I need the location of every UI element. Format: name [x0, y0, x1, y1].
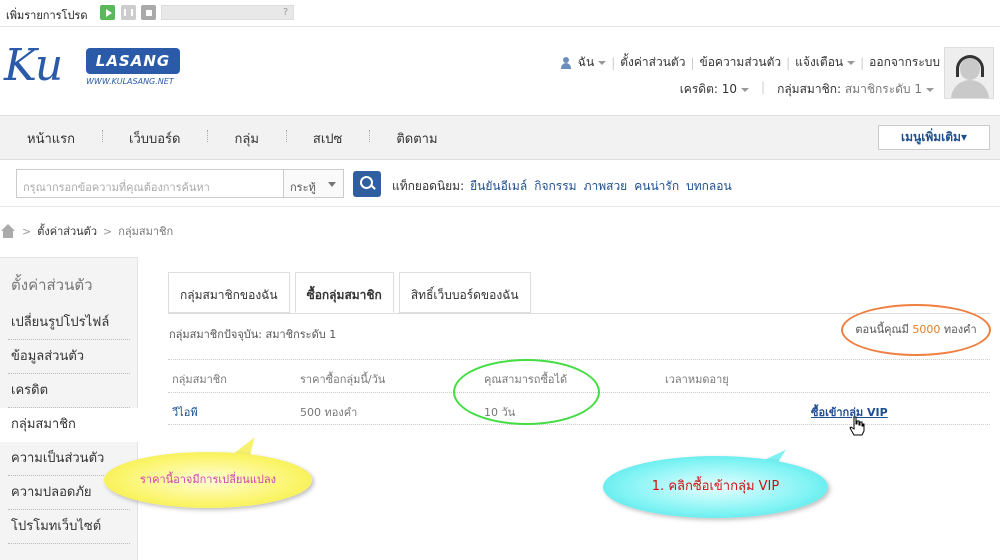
- logo-url: WWW.KULASANG.NET: [86, 77, 174, 86]
- sidebar-item-profile[interactable]: ข้อมูลส่วนตัว: [0, 340, 138, 374]
- search-icon[interactable]: [353, 171, 381, 197]
- nav-home[interactable]: หน้าแรก: [0, 128, 102, 149]
- sidebar-item-change-avatar[interactable]: เปลี่ยนรูปโปรไฟล์: [0, 306, 138, 340]
- divider: |: [611, 55, 616, 70]
- header-price: ราคาซื้อกลุ่มนี้/วัน: [300, 373, 386, 386]
- chevron-down-icon: [328, 182, 336, 187]
- nav-personal-settings[interactable]: ตั้งค่าส่วนตัว: [620, 53, 685, 72]
- sidebar-item-promote[interactable]: โปรโมทเว็บไซต์: [0, 510, 138, 544]
- favorites-bar: เพิ่มรายการโปรด ?: [0, 0, 1000, 27]
- current-group-text: กลุ่มสมาชิกปัจจุบัน: สมาชิกระดับ 1: [169, 328, 337, 341]
- play-icon[interactable]: [100, 5, 115, 20]
- price-note-callout: ราคานี้อาจมีการเปลี่ยนแปลง: [104, 452, 312, 508]
- nav-follow[interactable]: ติดตาม: [369, 128, 464, 149]
- headset-icon: [956, 55, 984, 77]
- settings-sidebar: ตั้งค่าส่วนตัว เปลี่ยนรูปโปรไฟล์ ข้อมูลส…: [0, 257, 139, 560]
- gold-amount: 5000: [912, 323, 941, 336]
- tag-link[interactable]: ภาพสวย: [584, 177, 628, 196]
- account-summary: เครดิต: 10 | กลุ่มสมาชิก: สมาชิกระดับ 1: [680, 80, 934, 99]
- member-group-menu[interactable]: กลุ่มสมาชิก: สมาชิกระดับ 1: [777, 80, 934, 99]
- divider: |: [761, 80, 766, 94]
- logo-ku-text: Ku: [4, 40, 63, 91]
- site-logo[interactable]: Ku LASANG WWW.KULASANG.NET: [2, 38, 202, 98]
- logo-brand-box: LASANG: [86, 48, 180, 74]
- breadcrumb-settings[interactable]: ตั้งค่าส่วนตัว: [37, 222, 97, 240]
- group-name-link[interactable]: วีไอพี: [172, 403, 198, 421]
- tab-webboard-permissions[interactable]: สิทธิ์เว็บบอร์ดของฉัน: [398, 272, 531, 313]
- chevron-down-icon: [847, 60, 856, 65]
- pause-icon[interactable]: [121, 5, 136, 20]
- avatar-body: [951, 80, 989, 98]
- nav-private-messages[interactable]: ข้อความส่วนตัว: [700, 53, 782, 72]
- chevron-down-icon: [926, 87, 934, 92]
- tab-my-groups[interactable]: กลุ่มสมาชิกของฉัน: [168, 272, 290, 313]
- search-bar: กรุณากรอกข้อความที่คุณต้องการค้นหา กระทู…: [0, 160, 1000, 207]
- popular-tags-label: แท็กยอดนิยม:: [392, 179, 465, 193]
- user-nav: ฉัน | ตั้งค่าส่วนตัว | ข้อความส่วนตัว | …: [560, 53, 940, 72]
- nav-notifications[interactable]: แจ้งเตือน: [795, 53, 856, 72]
- hand-cursor-icon: [849, 416, 865, 436]
- credit-menu[interactable]: เครดิต: 10: [680, 80, 750, 99]
- sidebar-item-credits[interactable]: เครดิต: [0, 374, 138, 408]
- gold-balance: ตอนนี้คุณมี 5000 ทองคำ: [841, 304, 991, 356]
- sidebar-title: ตั้งค่าส่วนตัว: [11, 276, 93, 294]
- header-group: กลุ่มสมาชิก: [172, 373, 227, 386]
- chevron-right-icon: >: [22, 224, 32, 238]
- main-nav: หน้าแรก เว็บบอร์ด กลุ่ม สเปซ ติดตาม เมนู…: [0, 115, 1000, 160]
- chevron-right-icon: >: [103, 224, 113, 238]
- content-tabs: กลุ่มสมาชิกของฉัน ซื้อกลุ่มสมาชิก สิทธิ์…: [168, 272, 536, 313]
- nav-logout[interactable]: ออกจากระบบ: [869, 53, 940, 72]
- add-favorites-link[interactable]: เพิ่มรายการโปรด: [6, 6, 87, 24]
- more-menu-button[interactable]: เมนูเพิ่มเติม▾: [878, 125, 990, 150]
- chevron-down-icon: [741, 87, 750, 92]
- nav-webboard[interactable]: เว็บบอร์ด: [102, 128, 207, 149]
- divider: |: [786, 55, 791, 70]
- tag-link[interactable]: บทกลอน: [686, 177, 732, 196]
- search-scope-select[interactable]: กระทู้: [284, 169, 344, 198]
- tab-buy-group[interactable]: ซื้อกลุ่มสมาชิก: [294, 272, 394, 313]
- tag-link[interactable]: ยืนยันอีเมล์: [470, 177, 527, 196]
- sidebar-item-member-group[interactable]: กลุ่มสมาชิก: [0, 408, 139, 442]
- nav-space[interactable]: สเปซ: [285, 128, 369, 149]
- help-icon[interactable]: ?: [280, 6, 291, 19]
- stop-icon[interactable]: [141, 5, 156, 20]
- divider: |: [690, 55, 695, 70]
- highlight-ring: [453, 359, 600, 425]
- breadcrumb-current: กลุ่มสมาชิก: [118, 225, 174, 238]
- media-seek-bar[interactable]: ?: [161, 5, 294, 20]
- step1-callout: 1. คลิกซื้อเข้ากลุ่ม VIP: [603, 456, 828, 518]
- home-icon[interactable]: [0, 224, 16, 238]
- tag-link[interactable]: คนน่ารัก: [634, 177, 679, 196]
- tag-link[interactable]: กิจกรรม: [534, 177, 576, 196]
- search-input[interactable]: กรุณากรอกข้อความที่คุณต้องการค้นหา: [16, 169, 284, 198]
- chevron-down-icon: [598, 60, 607, 65]
- user-menu-me[interactable]: ฉัน: [578, 53, 607, 72]
- header-expiry: เวลาหมดอายุ: [665, 373, 729, 386]
- breadcrumb: > ตั้งค่าส่วนตัว > กลุ่มสมาชิก: [0, 222, 173, 240]
- user-icon: [560, 56, 572, 69]
- popular-tags: แท็กยอดนิยม: ยืนยันอีเมล์ กิจกรรม ภาพสวย…: [392, 177, 739, 196]
- nav-groups[interactable]: กลุ่ม: [207, 128, 285, 149]
- group-price: 500 ทองคำ: [300, 406, 358, 419]
- avatar[interactable]: [944, 47, 994, 99]
- divider: |: [860, 55, 865, 70]
